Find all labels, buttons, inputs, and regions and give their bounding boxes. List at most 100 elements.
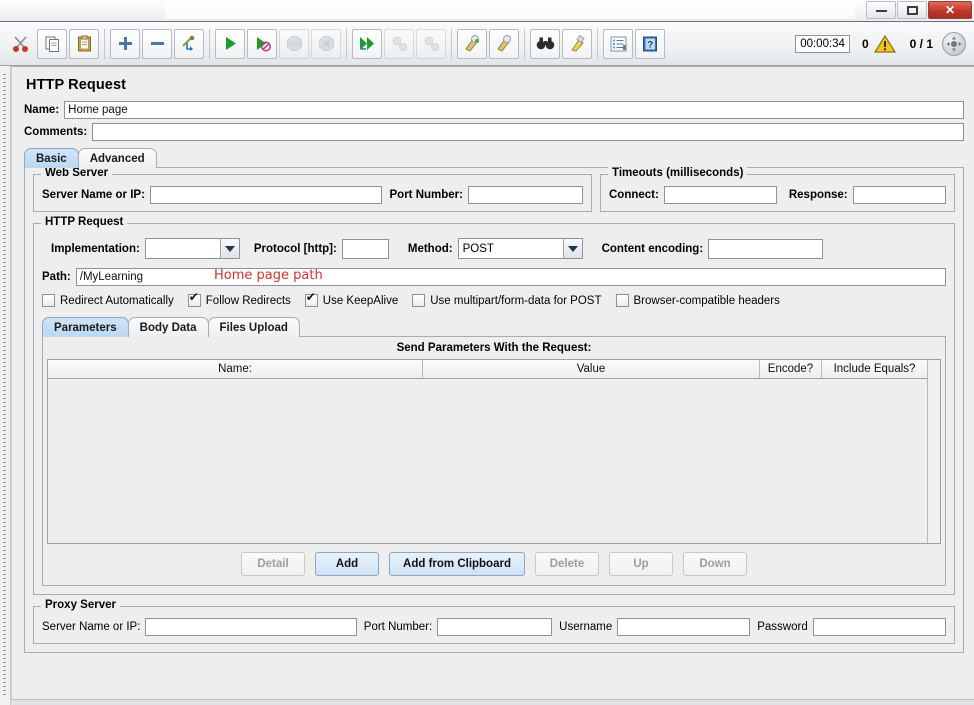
tab-basic[interactable]: Basic bbox=[24, 148, 79, 168]
timeouts-row: Connect: Response: bbox=[609, 186, 946, 204]
svg-text:?: ? bbox=[647, 39, 653, 50]
window-controls: ✕ bbox=[866, 1, 972, 19]
name-input[interactable] bbox=[64, 101, 964, 119]
implementation-select[interactable] bbox=[144, 238, 240, 259]
checkbox-browser-compatible-headers[interactable]: Browser-compatible headers bbox=[615, 294, 780, 307]
close-button[interactable]: ✕ bbox=[928, 1, 972, 19]
protocol-input[interactable] bbox=[341, 238, 389, 259]
tab-parameters[interactable]: Parameters bbox=[42, 317, 129, 337]
toolbar-group-tree bbox=[109, 28, 205, 59]
maximize-button[interactable] bbox=[897, 1, 927, 19]
toggle-button[interactable] bbox=[174, 28, 204, 59]
play-no-timers-icon bbox=[256, 37, 271, 52]
toolbar-separator-1 bbox=[104, 28, 105, 59]
implementation-value bbox=[146, 239, 220, 258]
panel-bottom-edge bbox=[11, 699, 974, 705]
parameters-table-main: Name: Value Encode? Include Equals? bbox=[48, 360, 927, 543]
proxy-server-name-input[interactable] bbox=[145, 618, 357, 636]
minimize-button[interactable] bbox=[866, 1, 896, 19]
content-encoding-input[interactable] bbox=[708, 238, 824, 259]
checkbox-use-multipart[interactable]: Use multipart/form-data for POST bbox=[412, 294, 602, 307]
page-title: HTTP Request bbox=[26, 77, 127, 93]
checkbox-redirect-automatically[interactable]: Redirect Automatically bbox=[42, 294, 174, 307]
detail-button[interactable]: Detail bbox=[241, 552, 306, 576]
start-button[interactable] bbox=[215, 28, 245, 59]
column-header-encode[interactable]: Encode? bbox=[760, 360, 822, 378]
path-input[interactable] bbox=[75, 268, 946, 286]
detail-button-label: Detail bbox=[257, 558, 289, 570]
proxy-port-input[interactable] bbox=[437, 618, 553, 636]
tab-body-data[interactable]: Body Data bbox=[127, 317, 209, 337]
server-name-input[interactable] bbox=[149, 186, 382, 204]
clear-all-button[interactable] bbox=[489, 28, 519, 59]
help-button[interactable]: ? bbox=[635, 28, 665, 59]
checkbox-icon bbox=[412, 294, 426, 307]
protocol-label: Protocol [http]: bbox=[253, 242, 337, 255]
plus-icon bbox=[118, 37, 132, 50]
checkbox-use-keepalive[interactable]: Use KeepAlive bbox=[304, 291, 398, 307]
toggle-icon bbox=[182, 35, 195, 51]
toolbar-group-help: ? bbox=[602, 28, 666, 59]
search-button[interactable] bbox=[530, 28, 560, 59]
parameters-table-body[interactable] bbox=[48, 379, 927, 543]
function-helper-button[interactable] bbox=[603, 28, 633, 59]
list-icon bbox=[610, 36, 626, 51]
port-number-input[interactable] bbox=[468, 186, 583, 204]
collapse-all-button[interactable] bbox=[142, 28, 172, 59]
web-server-row: Server Name or IP: Port Number: bbox=[42, 186, 583, 204]
expand-all-button[interactable] bbox=[110, 28, 140, 59]
start-remote-all-button[interactable] bbox=[352, 28, 382, 59]
toolbar-separator-6 bbox=[597, 28, 598, 59]
checkbox-icon bbox=[42, 294, 55, 307]
checkbox-follow-redirects-label: Follow Redirects bbox=[205, 294, 291, 307]
thread-status-icon[interactable] bbox=[942, 31, 966, 56]
tab-files-upload[interactable]: Files Upload bbox=[207, 317, 300, 337]
split-pane-grip-icon bbox=[3, 74, 6, 697]
binoculars-icon bbox=[536, 37, 554, 50]
clear-button[interactable] bbox=[457, 28, 487, 59]
paste-button[interactable] bbox=[69, 28, 99, 59]
search-reset-button[interactable] bbox=[562, 28, 592, 59]
timeouts-group-title: Timeouts (milliseconds) bbox=[608, 167, 748, 179]
tab-body-data-label: Body Data bbox=[139, 321, 197, 334]
proxy-password-input[interactable] bbox=[812, 618, 946, 636]
delete-button[interactable]: Delete bbox=[534, 552, 599, 576]
column-header-value[interactable]: Value bbox=[423, 360, 760, 378]
parameters-table-header: Name: Value Encode? Include Equals? bbox=[48, 360, 927, 379]
copy-button[interactable] bbox=[37, 28, 67, 59]
down-button[interactable]: Down bbox=[682, 552, 747, 576]
cut-button[interactable] bbox=[5, 29, 35, 59]
response-timeout-input[interactable] bbox=[852, 186, 946, 204]
parameters-table-scrollbar[interactable] bbox=[927, 360, 940, 543]
split-pane-divider[interactable] bbox=[0, 66, 11, 705]
connect-timeout-input[interactable] bbox=[663, 186, 777, 204]
clear-all-icon bbox=[497, 35, 511, 52]
method-select[interactable]: POST bbox=[457, 238, 583, 259]
chevron-down-icon bbox=[562, 239, 582, 258]
http-checkbox-row: Redirect Automatically Follow Redirects … bbox=[42, 291, 946, 307]
param-tabstrip: Parameters Body Data Files Upload bbox=[42, 316, 946, 337]
maximize-icon bbox=[906, 5, 918, 15]
proxy-username-input[interactable] bbox=[617, 618, 751, 636]
shutdown-button bbox=[311, 28, 341, 59]
play-icon bbox=[225, 37, 236, 50]
toolbar-group-clear bbox=[456, 28, 520, 59]
warning-triangle-icon[interactable] bbox=[873, 34, 896, 54]
http-options-row: Implementation: Protocol [http]: Method:… bbox=[42, 238, 946, 259]
up-button[interactable]: Up bbox=[608, 552, 673, 576]
add-button[interactable]: Add bbox=[315, 552, 380, 576]
tab-advanced[interactable]: Advanced bbox=[77, 148, 157, 168]
column-header-name[interactable]: Name: bbox=[48, 360, 423, 378]
proxy-server-group: Proxy Server Server Name or IP: Port Num… bbox=[33, 599, 955, 644]
http-request-group: HTTP Request Implementation: Protocol [h… bbox=[33, 216, 955, 595]
start-no-timers-button[interactable] bbox=[247, 28, 277, 59]
response-timeout-label: Response: bbox=[788, 189, 848, 201]
comments-input[interactable] bbox=[92, 123, 964, 141]
column-header-include-equals[interactable]: Include Equals? bbox=[822, 360, 927, 378]
parameters-table: Name: Value Encode? Include Equals? bbox=[47, 359, 941, 544]
down-button-label: Down bbox=[699, 558, 731, 570]
implementation-label: Implementation: bbox=[51, 242, 140, 255]
add-from-clipboard-button[interactable]: Add from Clipboard bbox=[389, 552, 525, 576]
checkbox-follow-redirects[interactable]: Follow Redirects bbox=[187, 291, 291, 307]
tab-parameters-label: Parameters bbox=[54, 321, 117, 334]
